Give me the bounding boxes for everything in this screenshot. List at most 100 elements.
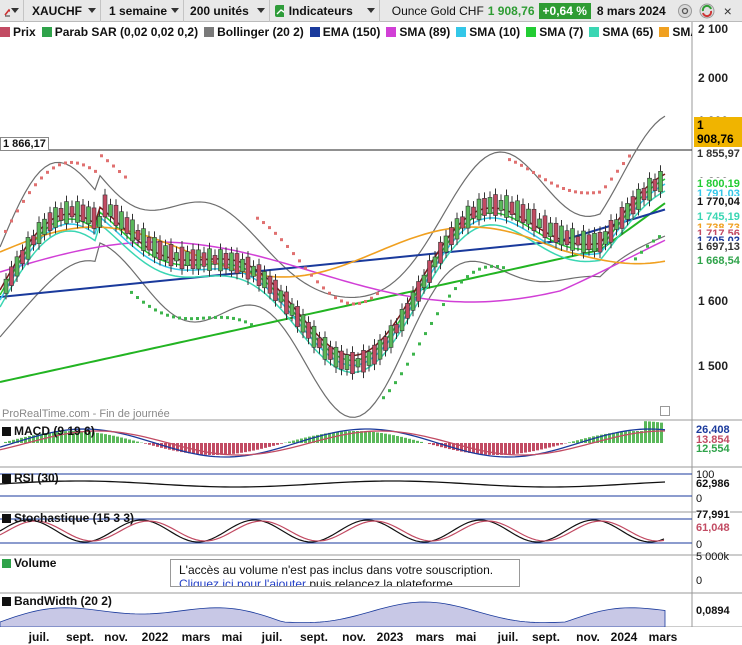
bandwidth-panel-label[interactable]: BandWidth (20 2) <box>2 594 112 608</box>
chart-menu-icon <box>4 8 10 16</box>
settings-button[interactable] <box>677 3 692 18</box>
legend-item[interactable]: EMA (150) <box>309 24 380 39</box>
macd-histogram-bar <box>504 443 507 455</box>
stochastic-panel-label[interactable]: Stochastique (15 3 3) <box>2 511 134 525</box>
close-button[interactable]: × <box>724 3 732 19</box>
sar-dot <box>412 352 415 356</box>
sar-dot <box>442 303 445 307</box>
x-tick-label: mars <box>181 630 211 644</box>
symbol-selector[interactable]: XAUCHF <box>24 0 101 22</box>
macd-histogram-bar <box>96 432 99 443</box>
legend-swatch <box>204 26 215 37</box>
add-volume-link[interactable]: Cliquez ici pour l'ajouter <box>179 577 306 586</box>
sar-dot <box>568 188 571 192</box>
macd-histogram-bar <box>100 433 103 443</box>
rsi-panel-label[interactable]: RSI (30) <box>2 471 59 485</box>
candle-body <box>42 218 47 235</box>
sar-dot <box>394 381 397 385</box>
legend-item[interactable]: SMA (7) <box>526 24 583 39</box>
macd-histogram-bar <box>112 435 115 443</box>
panel-options-icon[interactable] <box>660 406 670 416</box>
legend-swatch <box>309 26 320 37</box>
macd-histogram-bar <box>488 443 491 455</box>
macd-histogram-bar <box>256 443 259 450</box>
sar-dot <box>544 178 547 182</box>
x-tick-label: juil. <box>497 630 519 644</box>
macd-histogram-bar <box>136 441 139 443</box>
legend-item[interactable]: Bollinger (20 2) <box>204 24 304 39</box>
sar-dot <box>106 159 109 163</box>
macd-panel-label[interactable]: MACD (9 19 6) <box>2 424 95 438</box>
candle-body <box>482 198 487 216</box>
macd-histogram-bar <box>272 443 275 446</box>
candle-body <box>245 256 251 280</box>
sar-dot <box>76 161 79 165</box>
candle-body <box>355 358 361 368</box>
period-label: 1 semaine <box>109 3 168 18</box>
chevron-down-icon <box>256 8 265 13</box>
volume-tick-0: 0 <box>696 575 703 587</box>
macd-histogram-bar <box>616 432 619 443</box>
chart-menu-button[interactable] <box>0 0 24 22</box>
candle-body <box>592 232 597 252</box>
candle-body <box>240 258 245 272</box>
units-selector[interactable]: 200 unités <box>184 0 270 22</box>
candle-body <box>58 208 64 221</box>
macd-histogram-bar <box>628 431 631 443</box>
stochastic-tick-0: 0 <box>696 539 703 551</box>
x-tick-label: mai <box>455 630 477 644</box>
candle-body <box>25 237 31 260</box>
last-price-tag: 1 908,76 <box>694 117 742 147</box>
sar-dot <box>322 286 325 290</box>
sync-button[interactable] <box>698 2 716 20</box>
indicator-value-tag: 1 855,97 <box>695 148 742 160</box>
candle-body <box>636 188 641 210</box>
x-tick-label: mars <box>648 630 678 644</box>
indicator-value-tag: 1 770,04 <box>695 196 742 208</box>
sar-dot <box>34 183 37 187</box>
candle-body <box>300 314 306 333</box>
sar-dot <box>520 163 523 167</box>
bandwidth-label: BandWidth (20 2) <box>14 594 112 608</box>
candle-body <box>504 195 509 218</box>
macd-histogram-bar <box>132 440 135 443</box>
sar-dot <box>490 264 493 268</box>
candle-body <box>179 246 185 270</box>
macd-histogram-bar <box>528 443 531 452</box>
horizontal-line-label[interactable]: 1 866,17 <box>0 137 49 151</box>
sar-dot <box>610 177 613 181</box>
indicators-button[interactable]: Indicateurs <box>270 0 380 22</box>
legend-item[interactable]: Prix <box>0 24 36 39</box>
x-tick-label: nov. <box>342 630 366 644</box>
legend-item[interactable]: Parab SAR (0,02 0,02 0,2) <box>41 24 198 39</box>
sar-dot <box>622 162 625 166</box>
sar-dot <box>454 287 457 291</box>
sar-dot <box>430 321 433 325</box>
legend-item[interactable]: SMA <box>659 24 692 39</box>
legend-swatch <box>41 26 52 37</box>
sar-dot <box>388 389 391 393</box>
candle-body <box>432 256 438 268</box>
chart-canvas[interactable]: 2 1002 0001 9001 8001 7001 6001 500 <box>0 22 742 627</box>
macd-histogram-bar <box>116 436 119 443</box>
macd-histogram-bar <box>412 439 415 443</box>
sar-dot <box>508 158 511 162</box>
candle-body <box>289 303 295 316</box>
candle-body <box>141 228 146 251</box>
macd-histogram-bar <box>240 443 243 453</box>
x-tick-label: 2023 <box>376 630 404 644</box>
legend-item[interactable]: SMA (10) <box>456 24 520 39</box>
legend-item[interactable]: SMA (89) <box>386 24 450 39</box>
sar-dot <box>340 299 343 303</box>
period-selector[interactable]: 1 semaine <box>101 0 185 22</box>
candle-body <box>641 187 647 201</box>
symbol-label: XAUCHF <box>32 3 82 18</box>
sar-dot <box>472 270 475 274</box>
macd-histogram-bar <box>656 422 659 443</box>
legend-item[interactable]: SMA (65) <box>589 24 653 39</box>
rsi-value: 62,986 <box>696 478 730 490</box>
candle-body <box>526 208 531 225</box>
sar-dot <box>574 190 577 194</box>
volume-panel-label[interactable]: Volume <box>2 556 56 570</box>
candle-body <box>130 219 135 242</box>
